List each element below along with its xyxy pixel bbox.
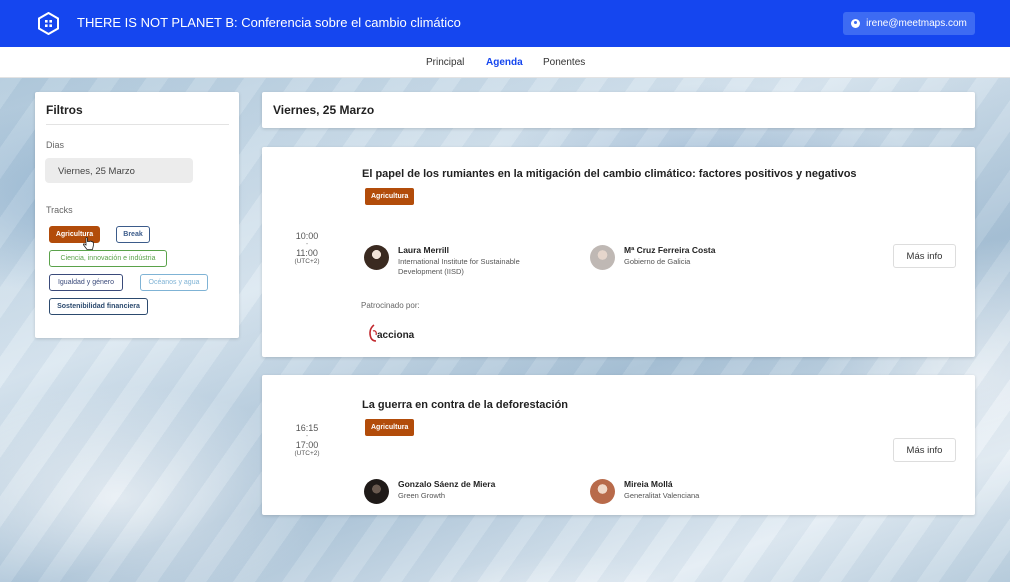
tab-ponentes[interactable]: Ponentes xyxy=(543,57,585,68)
speaker-name: Gonzalo Sáenz de Miera xyxy=(398,479,496,489)
speaker-name: Mª Cruz Ferreira Costa xyxy=(624,245,716,255)
speaker-org: Generalitat Valenciana xyxy=(624,491,700,500)
avatar xyxy=(590,245,615,270)
sponsor-label: Patrocinado por: xyxy=(361,301,420,310)
more-info-button[interactable]: Más info xyxy=(893,244,956,268)
user-email: irene@meetmaps.com xyxy=(866,18,967,29)
filters-title: Filtros xyxy=(46,103,83,117)
avatar xyxy=(364,245,389,270)
end-time: 11:00 xyxy=(296,248,318,258)
divider xyxy=(46,124,229,125)
track-ciencia[interactable]: Ciencia, innovación e indústria xyxy=(49,250,167,267)
start-time: 16:15 xyxy=(295,423,319,433)
time-separator: - xyxy=(305,433,309,440)
speaker-name: Laura Merrill xyxy=(398,245,450,255)
tab-agenda[interactable]: Agenda xyxy=(486,57,523,68)
track-tag: Agricultura xyxy=(365,188,415,205)
session-card: 10:00 - 11:00 (UTC+2) El papel de los ru… xyxy=(262,147,975,357)
speaker-org: Green Growth xyxy=(398,491,446,500)
avatar xyxy=(364,479,389,504)
session-time: 10:00 - 11:00 (UTC+2) xyxy=(262,231,352,265)
hand-cursor-icon xyxy=(83,237,94,250)
tab-principal[interactable]: Principal xyxy=(426,57,464,68)
date-title: Viernes, 25 Marzo xyxy=(273,103,375,117)
date-header: Viernes, 25 Marzo xyxy=(262,92,975,128)
track-break[interactable]: Break xyxy=(116,226,150,243)
more-info-button[interactable]: Más info xyxy=(893,438,956,462)
session-title[interactable]: La guerra en contra de la deforestación xyxy=(362,399,568,411)
session-card: 16:15 - 17:00 (UTC+2) La guerra en contr… xyxy=(262,375,975,515)
top-bar: THERE IS NOT PLANET B: Conferencia sobre… xyxy=(0,0,1010,47)
time-separator: - xyxy=(305,241,309,248)
tracks-label: Tracks xyxy=(46,205,73,215)
timezone: (UTC+2) xyxy=(294,258,320,265)
days-label: Dias xyxy=(46,140,65,150)
end-time: 17:00 xyxy=(295,440,319,450)
avatar xyxy=(590,479,615,504)
filters-panel: Filtros Dias Viernes, 25 Marzo Tracks Ag… xyxy=(35,92,239,338)
track-sostenibilidad[interactable]: Sostenibilidad financiera xyxy=(49,298,148,315)
speaker-name: Mireia Mollá xyxy=(624,479,673,489)
track-igualdad[interactable]: Igualdad y género xyxy=(49,274,123,291)
user-icon xyxy=(851,19,861,28)
day-filter-chip[interactable]: Viernes, 25 Marzo xyxy=(45,158,193,183)
app-title: THERE IS NOT PLANET B: Conferencia sobre… xyxy=(77,15,461,30)
start-time: 10:00 xyxy=(295,231,319,241)
timezone: (UTC+2) xyxy=(294,450,320,457)
session-time: 16:15 - 17:00 (UTC+2) xyxy=(262,423,352,457)
svg-text:acciona: acciona xyxy=(377,330,415,341)
session-title[interactable]: El papel de los rumiantes en la mitigaci… xyxy=(362,168,857,180)
main-nav: Principal Agenda Ponentes xyxy=(0,47,1010,78)
track-tag: Agricultura xyxy=(365,419,415,436)
user-account-button[interactable]: irene@meetmaps.com xyxy=(843,12,975,35)
track-oceanos[interactable]: Océanos y agua xyxy=(140,274,208,291)
speaker-org: International Institute for Sustainable … xyxy=(398,257,520,276)
speaker-org: Gobierno de Galicia xyxy=(624,257,691,266)
hexagon-grid-icon[interactable] xyxy=(37,12,60,35)
acciona-logo[interactable]: acciona xyxy=(367,322,415,344)
